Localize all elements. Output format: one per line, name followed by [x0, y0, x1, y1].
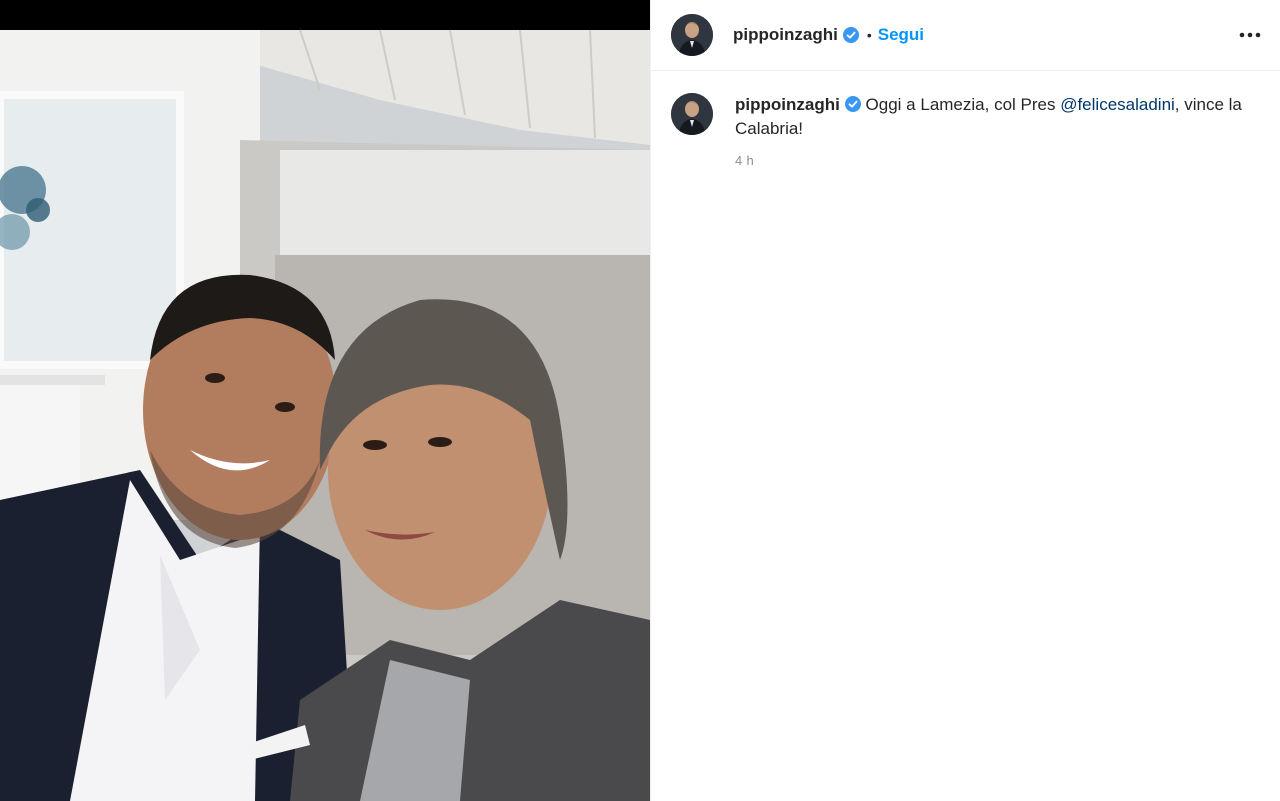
author-username[interactable]: pippoinzaghi: [733, 25, 838, 45]
caption-username[interactable]: pippoinzaghi: [735, 95, 840, 114]
more-options-button[interactable]: [1236, 21, 1264, 49]
caption-comment: pippoinzaghi Oggi a Lamezia, col Pres @f…: [651, 71, 1280, 173]
more-horizontal-icon: [1239, 32, 1261, 38]
caption-text-start: Oggi a Lamezia, col Pres: [860, 95, 1061, 114]
avatar-image: [671, 93, 713, 135]
avatar-image: [671, 14, 713, 56]
instagram-post: pippoinzaghi • Segui pippoinzaghi Oggi a…: [0, 0, 1280, 801]
post-side-panel: pippoinzaghi • Segui pippoinzaghi Oggi a…: [650, 0, 1280, 801]
post-photo[interactable]: [0, 0, 650, 801]
author-avatar[interactable]: [671, 14, 713, 56]
header-separator: •: [866, 27, 872, 43]
caption-author-avatar[interactable]: [671, 93, 713, 135]
post-timestamp[interactable]: 4 h: [735, 149, 1255, 173]
caption-body: pippoinzaghi Oggi a Lamezia, col Pres @f…: [735, 93, 1255, 173]
selfie-image: [0, 0, 650, 801]
caption-text: pippoinzaghi Oggi a Lamezia, col Pres @f…: [735, 93, 1255, 141]
post-header: pippoinzaghi • Segui: [651, 0, 1280, 71]
verified-badge-icon: [844, 96, 861, 112]
caption-mention-link[interactable]: @felicesaladini: [1060, 95, 1175, 114]
follow-button[interactable]: Segui: [878, 25, 924, 45]
verified-badge-icon: [842, 27, 859, 43]
